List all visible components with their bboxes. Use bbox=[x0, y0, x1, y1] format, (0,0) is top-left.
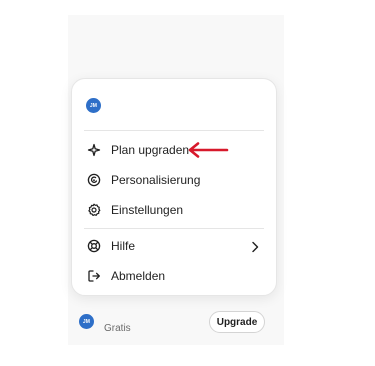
lifebuoy-icon bbox=[87, 239, 101, 253]
avatar-initials: JM bbox=[82, 318, 91, 325]
divider bbox=[84, 228, 264, 229]
personalize-icon bbox=[87, 173, 101, 187]
menu-item-label: Plan upgraden bbox=[111, 143, 190, 157]
menu-item-label: Einstellungen bbox=[111, 203, 184, 217]
menu-item-label: Personalisierung bbox=[111, 173, 201, 187]
chevron-right-icon bbox=[250, 240, 260, 253]
avatar-initials: JM bbox=[89, 102, 98, 109]
menu-item-upgrade-plan[interactable]: Plan upgraden bbox=[80, 138, 268, 162]
account-menu: JM Plan upgraden Personalisierung Einste… bbox=[71, 78, 277, 296]
sparkle-icon bbox=[87, 143, 101, 157]
annotation-arrow-icon bbox=[188, 142, 229, 158]
upgrade-button[interactable]: Upgrade bbox=[209, 311, 265, 333]
footer-avatar[interactable]: JM bbox=[79, 314, 94, 329]
plan-status-label: Gratis bbox=[104, 323, 131, 334]
menu-item-label: Abmelden bbox=[111, 269, 166, 283]
menu-item-label: Hilfe bbox=[111, 239, 136, 253]
menu-item-logout[interactable]: Abmelden bbox=[80, 264, 268, 288]
menu-item-help[interactable]: Hilfe bbox=[80, 234, 268, 258]
logout-icon bbox=[87, 269, 101, 283]
menu-item-settings[interactable]: Einstellungen bbox=[80, 198, 268, 222]
divider bbox=[84, 130, 264, 131]
avatar[interactable]: JM bbox=[86, 98, 101, 113]
gear-icon bbox=[87, 203, 101, 217]
menu-item-personalization[interactable]: Personalisierung bbox=[80, 168, 268, 192]
